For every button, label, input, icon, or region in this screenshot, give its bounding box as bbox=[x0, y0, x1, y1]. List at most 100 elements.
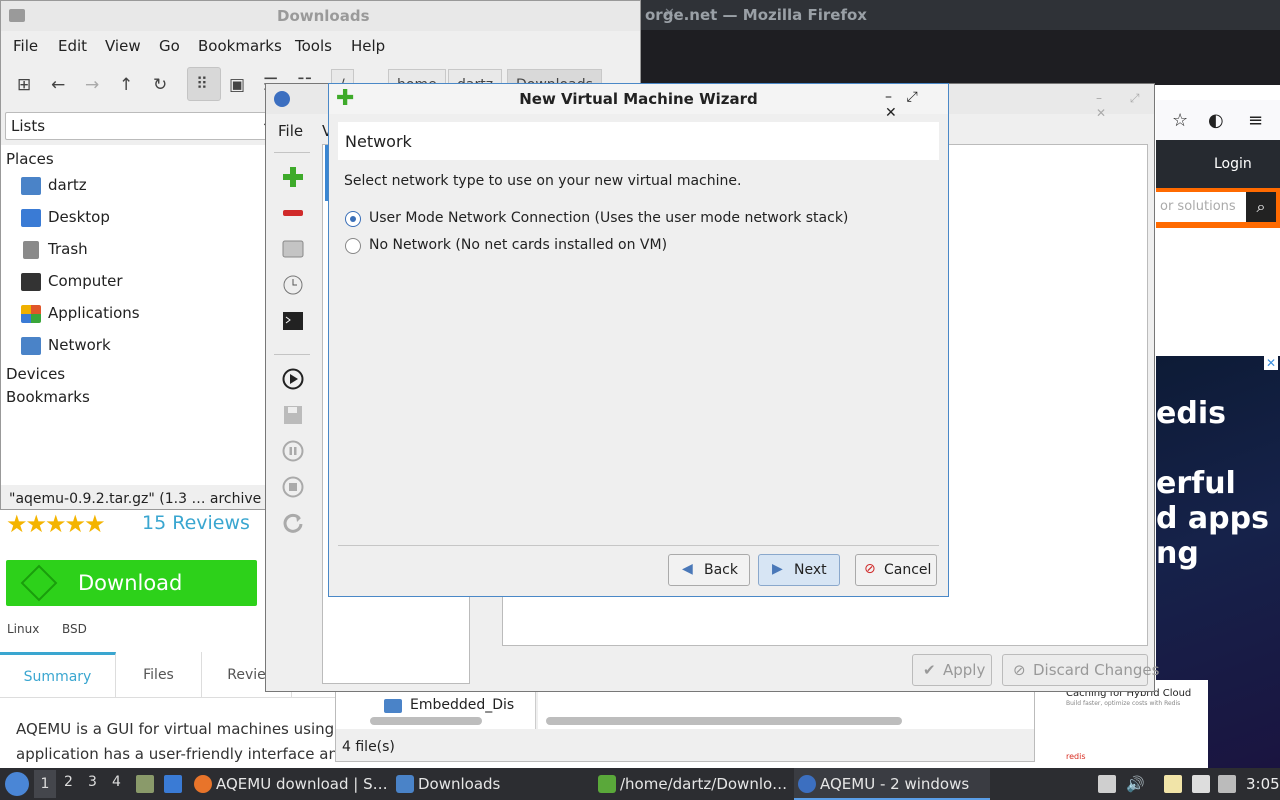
sidebar-item-desktop[interactable]: Desktop bbox=[19, 207, 259, 231]
play-icon[interactable] bbox=[282, 368, 304, 390]
harddisk-icon[interactable] bbox=[282, 238, 304, 260]
divider bbox=[274, 152, 310, 153]
login-link[interactable]: Login bbox=[1214, 156, 1252, 172]
forward-arrow-icon[interactable]: → bbox=[85, 75, 99, 95]
apply-button[interactable]: ✔ Apply bbox=[912, 654, 992, 686]
next-button[interactable]: ▶ Next bbox=[758, 554, 840, 586]
aqemu-window-controls[interactable]: – ⤢ ✕ bbox=[1096, 91, 1154, 120]
task-archive[interactable]: /home/dartz/Downlo… bbox=[594, 768, 790, 800]
sidebar-mode-select[interactable]: Lists ⌄ bbox=[5, 112, 275, 140]
aqemu-toolbar bbox=[272, 144, 312, 544]
pause-icon[interactable] bbox=[282, 440, 304, 462]
site-search-input[interactable]: or solutions bbox=[1156, 192, 1246, 222]
workspace-3[interactable]: 3 bbox=[88, 774, 97, 790]
menu-tools[interactable]: Tools bbox=[295, 37, 332, 55]
radio-label[interactable]: No Network (No net cards installed on VM… bbox=[369, 237, 667, 253]
bookmarks-header[interactable]: Bookmarks bbox=[6, 388, 90, 406]
wizard-titlebar: ✚ New Virtual Machine Wizard – ⤢ ✕ bbox=[329, 84, 948, 121]
radio-label[interactable]: User Mode Network Connection (Uses the u… bbox=[369, 210, 848, 226]
sidebar-item-label: Network bbox=[48, 336, 111, 354]
back-arrow-icon[interactable]: ← bbox=[51, 75, 65, 95]
clock: 3:05 bbox=[1246, 775, 1280, 793]
next-button-label: Next bbox=[794, 562, 827, 578]
workspace-4[interactable]: 4 bbox=[112, 774, 121, 790]
discard-changes-button[interactable]: ⊘ Discard Changes bbox=[1002, 654, 1159, 686]
menu-edit[interactable]: Edit bbox=[58, 37, 87, 55]
folder-tree-item[interactable]: Embedded_Dis bbox=[410, 697, 514, 713]
reviews-link[interactable]: 15 Reviews bbox=[142, 512, 250, 534]
clock-icon[interactable] bbox=[282, 274, 304, 296]
workspace-2[interactable]: 2 bbox=[64, 774, 73, 790]
back-button[interactable]: ◀ Back bbox=[668, 554, 750, 586]
sidebar-item-trash[interactable]: Trash bbox=[19, 239, 259, 263]
workspace-1[interactable]: 1 bbox=[34, 770, 56, 798]
wizard-description: Select network type to use on your new v… bbox=[344, 173, 742, 189]
hamburger-menu-icon[interactable]: ≡ bbox=[1248, 110, 1263, 131]
sidebar-item-network[interactable]: Network bbox=[19, 335, 259, 359]
download-button[interactable]: Download bbox=[6, 560, 257, 606]
maximize-icon[interactable]: ⤢ bbox=[906, 89, 917, 105]
menu-view[interactable]: View bbox=[105, 37, 141, 55]
sidebar-item-dartz[interactable]: dartz bbox=[19, 175, 259, 199]
show-desktop-icon[interactable] bbox=[164, 775, 182, 793]
stop-icon[interactable] bbox=[282, 476, 304, 498]
menu-file[interactable]: File bbox=[13, 37, 38, 55]
search-icon[interactable]: ⌕ bbox=[1246, 192, 1276, 222]
folder-icon bbox=[9, 9, 25, 22]
battery-icon[interactable] bbox=[1098, 775, 1116, 793]
radio-button-unchecked[interactable] bbox=[345, 238, 361, 254]
sidebar-item-computer[interactable]: Computer bbox=[19, 271, 259, 295]
task-aqemu[interactable]: AQEMU - 2 windows bbox=[794, 768, 990, 800]
site-search-bar: or solutions ⌕ bbox=[1156, 188, 1280, 228]
reset-icon[interactable] bbox=[282, 512, 304, 534]
close-ad-icon[interactable]: ✕ bbox=[1264, 356, 1278, 370]
file-manager-menubar: File Edit View Go Bookmarks Tools Help bbox=[1, 31, 640, 61]
menu-file[interactable]: File bbox=[278, 122, 303, 140]
ad-card[interactable]: Caching for Hybrid Cloud Build faster, o… bbox=[1058, 680, 1208, 768]
firefox-tabstrip bbox=[641, 30, 1280, 85]
screenshot-icon[interactable] bbox=[1192, 775, 1210, 793]
save-icon[interactable] bbox=[282, 404, 304, 426]
tab-summary[interactable]: Summary bbox=[0, 652, 116, 698]
reload-icon[interactable]: ↻ bbox=[153, 75, 167, 95]
volume-icon[interactable]: 🔊 bbox=[1126, 775, 1145, 793]
terminal-icon[interactable] bbox=[282, 310, 304, 332]
bookmark-star-icon[interactable]: ☆ bbox=[1172, 110, 1188, 131]
clipboard-icon[interactable] bbox=[1164, 775, 1182, 793]
radio-no-network[interactable]: No Network (No net cards installed on VM… bbox=[345, 235, 925, 257]
start-menu-icon[interactable] bbox=[5, 772, 29, 796]
wizard-page-title: Network bbox=[345, 132, 412, 151]
tab-files[interactable]: Files bbox=[116, 652, 202, 698]
thumbnail-view-icon[interactable]: ▣ bbox=[229, 75, 245, 95]
add-vm-icon[interactable] bbox=[282, 166, 304, 188]
menu-help[interactable]: Help bbox=[351, 37, 385, 55]
delete-vm-icon[interactable] bbox=[282, 202, 304, 224]
sidebar-mode-value: Lists bbox=[11, 117, 46, 135]
close-icon[interactable]: ✕ bbox=[885, 105, 897, 121]
new-tab-icon[interactable]: ⊞ bbox=[17, 75, 31, 95]
back-button-label: Back bbox=[704, 562, 738, 578]
ad-card-logo: redis bbox=[1066, 752, 1086, 761]
sidebar-item-label: Trash bbox=[48, 240, 88, 258]
up-arrow-icon[interactable]: ↑ bbox=[119, 75, 133, 95]
menu-bookmarks[interactable]: Bookmarks bbox=[198, 37, 282, 55]
horizontal-scrollbar[interactable] bbox=[370, 717, 482, 725]
sidebar-item-applications[interactable]: Applications bbox=[19, 303, 259, 327]
cancel-button[interactable]: ⊘ Cancel bbox=[855, 554, 937, 586]
task-label: /home/dartz/Downlo… bbox=[620, 775, 788, 793]
minimize-icon[interactable]: – bbox=[885, 89, 892, 105]
radio-button-checked[interactable] bbox=[345, 211, 361, 227]
icon-view-button[interactable]: ⠿ bbox=[187, 67, 221, 101]
network-tray-icon[interactable] bbox=[1218, 775, 1236, 793]
radio-user-mode-network[interactable]: User Mode Network Connection (Uses the u… bbox=[345, 208, 925, 230]
privacy-icon[interactable]: ◐ bbox=[1208, 110, 1224, 131]
horizontal-scrollbar[interactable] bbox=[546, 717, 902, 725]
menu-go[interactable]: Go bbox=[159, 37, 180, 55]
task-downloads[interactable]: Downloads bbox=[392, 768, 588, 800]
devices-header[interactable]: Devices bbox=[6, 365, 65, 383]
task-firefox[interactable]: AQEMU download | S… bbox=[190, 768, 388, 800]
forward-arrow-icon: ▶ bbox=[772, 561, 783, 577]
site-search-placeholder: or solutions bbox=[1160, 199, 1236, 214]
file-manager-launcher-icon[interactable] bbox=[136, 775, 154, 793]
checkmark-icon: ✔ bbox=[923, 661, 936, 679]
